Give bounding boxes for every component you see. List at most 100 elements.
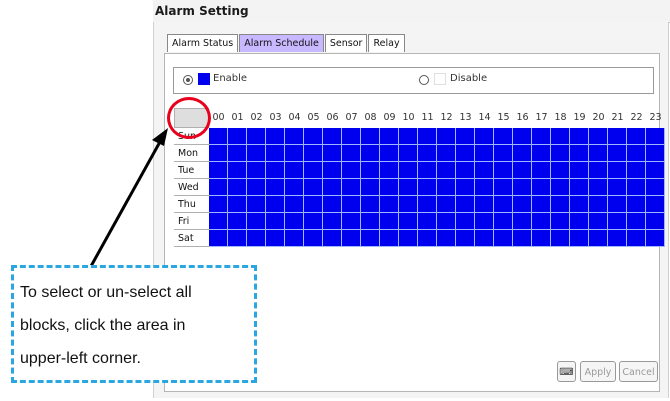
schedule-cell[interactable]	[475, 179, 494, 196]
schedule-cell[interactable]	[418, 128, 437, 145]
schedule-cell[interactable]	[418, 179, 437, 196]
schedule-cell[interactable]	[285, 196, 304, 213]
tab-sensor[interactable]: Sensor	[324, 34, 368, 52]
schedule-cell[interactable]	[532, 179, 551, 196]
schedule-cell[interactable]	[418, 213, 437, 230]
schedule-cell[interactable]	[589, 179, 608, 196]
cancel-button[interactable]: Cancel	[619, 361, 658, 382]
schedule-cell[interactable]	[304, 128, 323, 145]
hour-label[interactable]: 10	[399, 108, 418, 128]
schedule-cell[interactable]	[456, 230, 475, 247]
schedule-cell[interactable]	[418, 145, 437, 162]
schedule-cell[interactable]	[551, 230, 570, 247]
hour-label[interactable]: 20	[589, 108, 608, 128]
schedule-cell[interactable]	[551, 128, 570, 145]
schedule-cell[interactable]	[437, 179, 456, 196]
schedule-cell[interactable]	[627, 213, 646, 230]
schedule-cell[interactable]	[513, 230, 532, 247]
hour-label[interactable]: 11	[418, 108, 437, 128]
schedule-cell[interactable]	[456, 179, 475, 196]
schedule-cell[interactable]	[437, 128, 456, 145]
schedule-cell[interactable]	[608, 196, 627, 213]
schedule-cell[interactable]	[228, 196, 247, 213]
schedule-cell[interactable]	[646, 213, 665, 230]
schedule-cell[interactable]	[209, 196, 228, 213]
schedule-cell[interactable]	[513, 145, 532, 162]
tab-alarm-status[interactable]: Alarm Status	[167, 34, 239, 52]
schedule-cell[interactable]	[342, 230, 361, 247]
schedule-cell[interactable]	[532, 196, 551, 213]
schedule-cell[interactable]	[570, 230, 589, 247]
schedule-cell[interactable]	[304, 179, 323, 196]
schedule-cell[interactable]	[475, 145, 494, 162]
schedule-cell[interactable]	[589, 230, 608, 247]
schedule-cell[interactable]	[209, 145, 228, 162]
schedule-cell[interactable]	[342, 213, 361, 230]
schedule-cell[interactable]	[494, 213, 513, 230]
schedule-cell[interactable]	[532, 145, 551, 162]
schedule-cell[interactable]	[209, 162, 228, 179]
schedule-cell[interactable]	[494, 179, 513, 196]
schedule-cell[interactable]	[266, 196, 285, 213]
schedule-cell[interactable]	[418, 162, 437, 179]
schedule-cell[interactable]	[608, 179, 627, 196]
day-label[interactable]: Thu	[174, 196, 209, 213]
schedule-cell[interactable]	[513, 162, 532, 179]
schedule-cell[interactable]	[646, 179, 665, 196]
schedule-cell[interactable]	[627, 145, 646, 162]
schedule-cell[interactable]	[494, 162, 513, 179]
schedule-cell[interactable]	[513, 179, 532, 196]
schedule-cell[interactable]	[228, 213, 247, 230]
schedule-cell[interactable]	[228, 162, 247, 179]
schedule-cell[interactable]	[266, 128, 285, 145]
schedule-cell[interactable]	[437, 196, 456, 213]
schedule-cell[interactable]	[627, 230, 646, 247]
schedule-cell[interactable]	[342, 162, 361, 179]
schedule-cell[interactable]	[247, 213, 266, 230]
schedule-cell[interactable]	[513, 196, 532, 213]
schedule-cell[interactable]	[608, 230, 627, 247]
schedule-cell[interactable]	[646, 128, 665, 145]
schedule-cell[interactable]	[304, 213, 323, 230]
schedule-cell[interactable]	[494, 230, 513, 247]
hour-label[interactable]: 16	[513, 108, 532, 128]
schedule-cell[interactable]	[323, 145, 342, 162]
day-label[interactable]: Sat	[174, 230, 209, 247]
schedule-cell[interactable]	[228, 128, 247, 145]
schedule-cell[interactable]	[399, 162, 418, 179]
schedule-cell[interactable]	[399, 179, 418, 196]
day-label[interactable]: Tue	[174, 162, 209, 179]
schedule-cell[interactable]	[285, 145, 304, 162]
hour-label[interactable]: 19	[570, 108, 589, 128]
enable-radio[interactable]	[183, 75, 193, 85]
schedule-cell[interactable]	[570, 196, 589, 213]
schedule-cell[interactable]	[380, 145, 399, 162]
schedule-cell[interactable]	[380, 230, 399, 247]
schedule-cell[interactable]	[589, 162, 608, 179]
schedule-cell[interactable]	[532, 213, 551, 230]
schedule-cell[interactable]	[285, 213, 304, 230]
hour-label[interactable]: 01	[228, 108, 247, 128]
keyboard-button[interactable]: ⌨	[557, 361, 576, 382]
schedule-cell[interactable]	[247, 128, 266, 145]
apply-button[interactable]: Apply	[580, 361, 616, 382]
schedule-cell[interactable]	[228, 230, 247, 247]
hour-label[interactable]: 21	[608, 108, 627, 128]
schedule-cell[interactable]	[323, 162, 342, 179]
schedule-cell[interactable]	[304, 230, 323, 247]
schedule-cell[interactable]	[570, 162, 589, 179]
schedule-cell[interactable]	[361, 179, 380, 196]
schedule-cell[interactable]	[342, 196, 361, 213]
schedule-cell[interactable]	[456, 128, 475, 145]
schedule-cell[interactable]	[475, 162, 494, 179]
schedule-cell[interactable]	[323, 230, 342, 247]
schedule-cell[interactable]	[551, 162, 570, 179]
schedule-cell[interactable]	[627, 162, 646, 179]
schedule-cell[interactable]	[266, 145, 285, 162]
schedule-cell[interactable]	[494, 128, 513, 145]
schedule-cell[interactable]	[304, 196, 323, 213]
schedule-cell[interactable]	[247, 230, 266, 247]
schedule-cell[interactable]	[418, 196, 437, 213]
schedule-cell[interactable]	[589, 145, 608, 162]
schedule-cell[interactable]	[437, 230, 456, 247]
